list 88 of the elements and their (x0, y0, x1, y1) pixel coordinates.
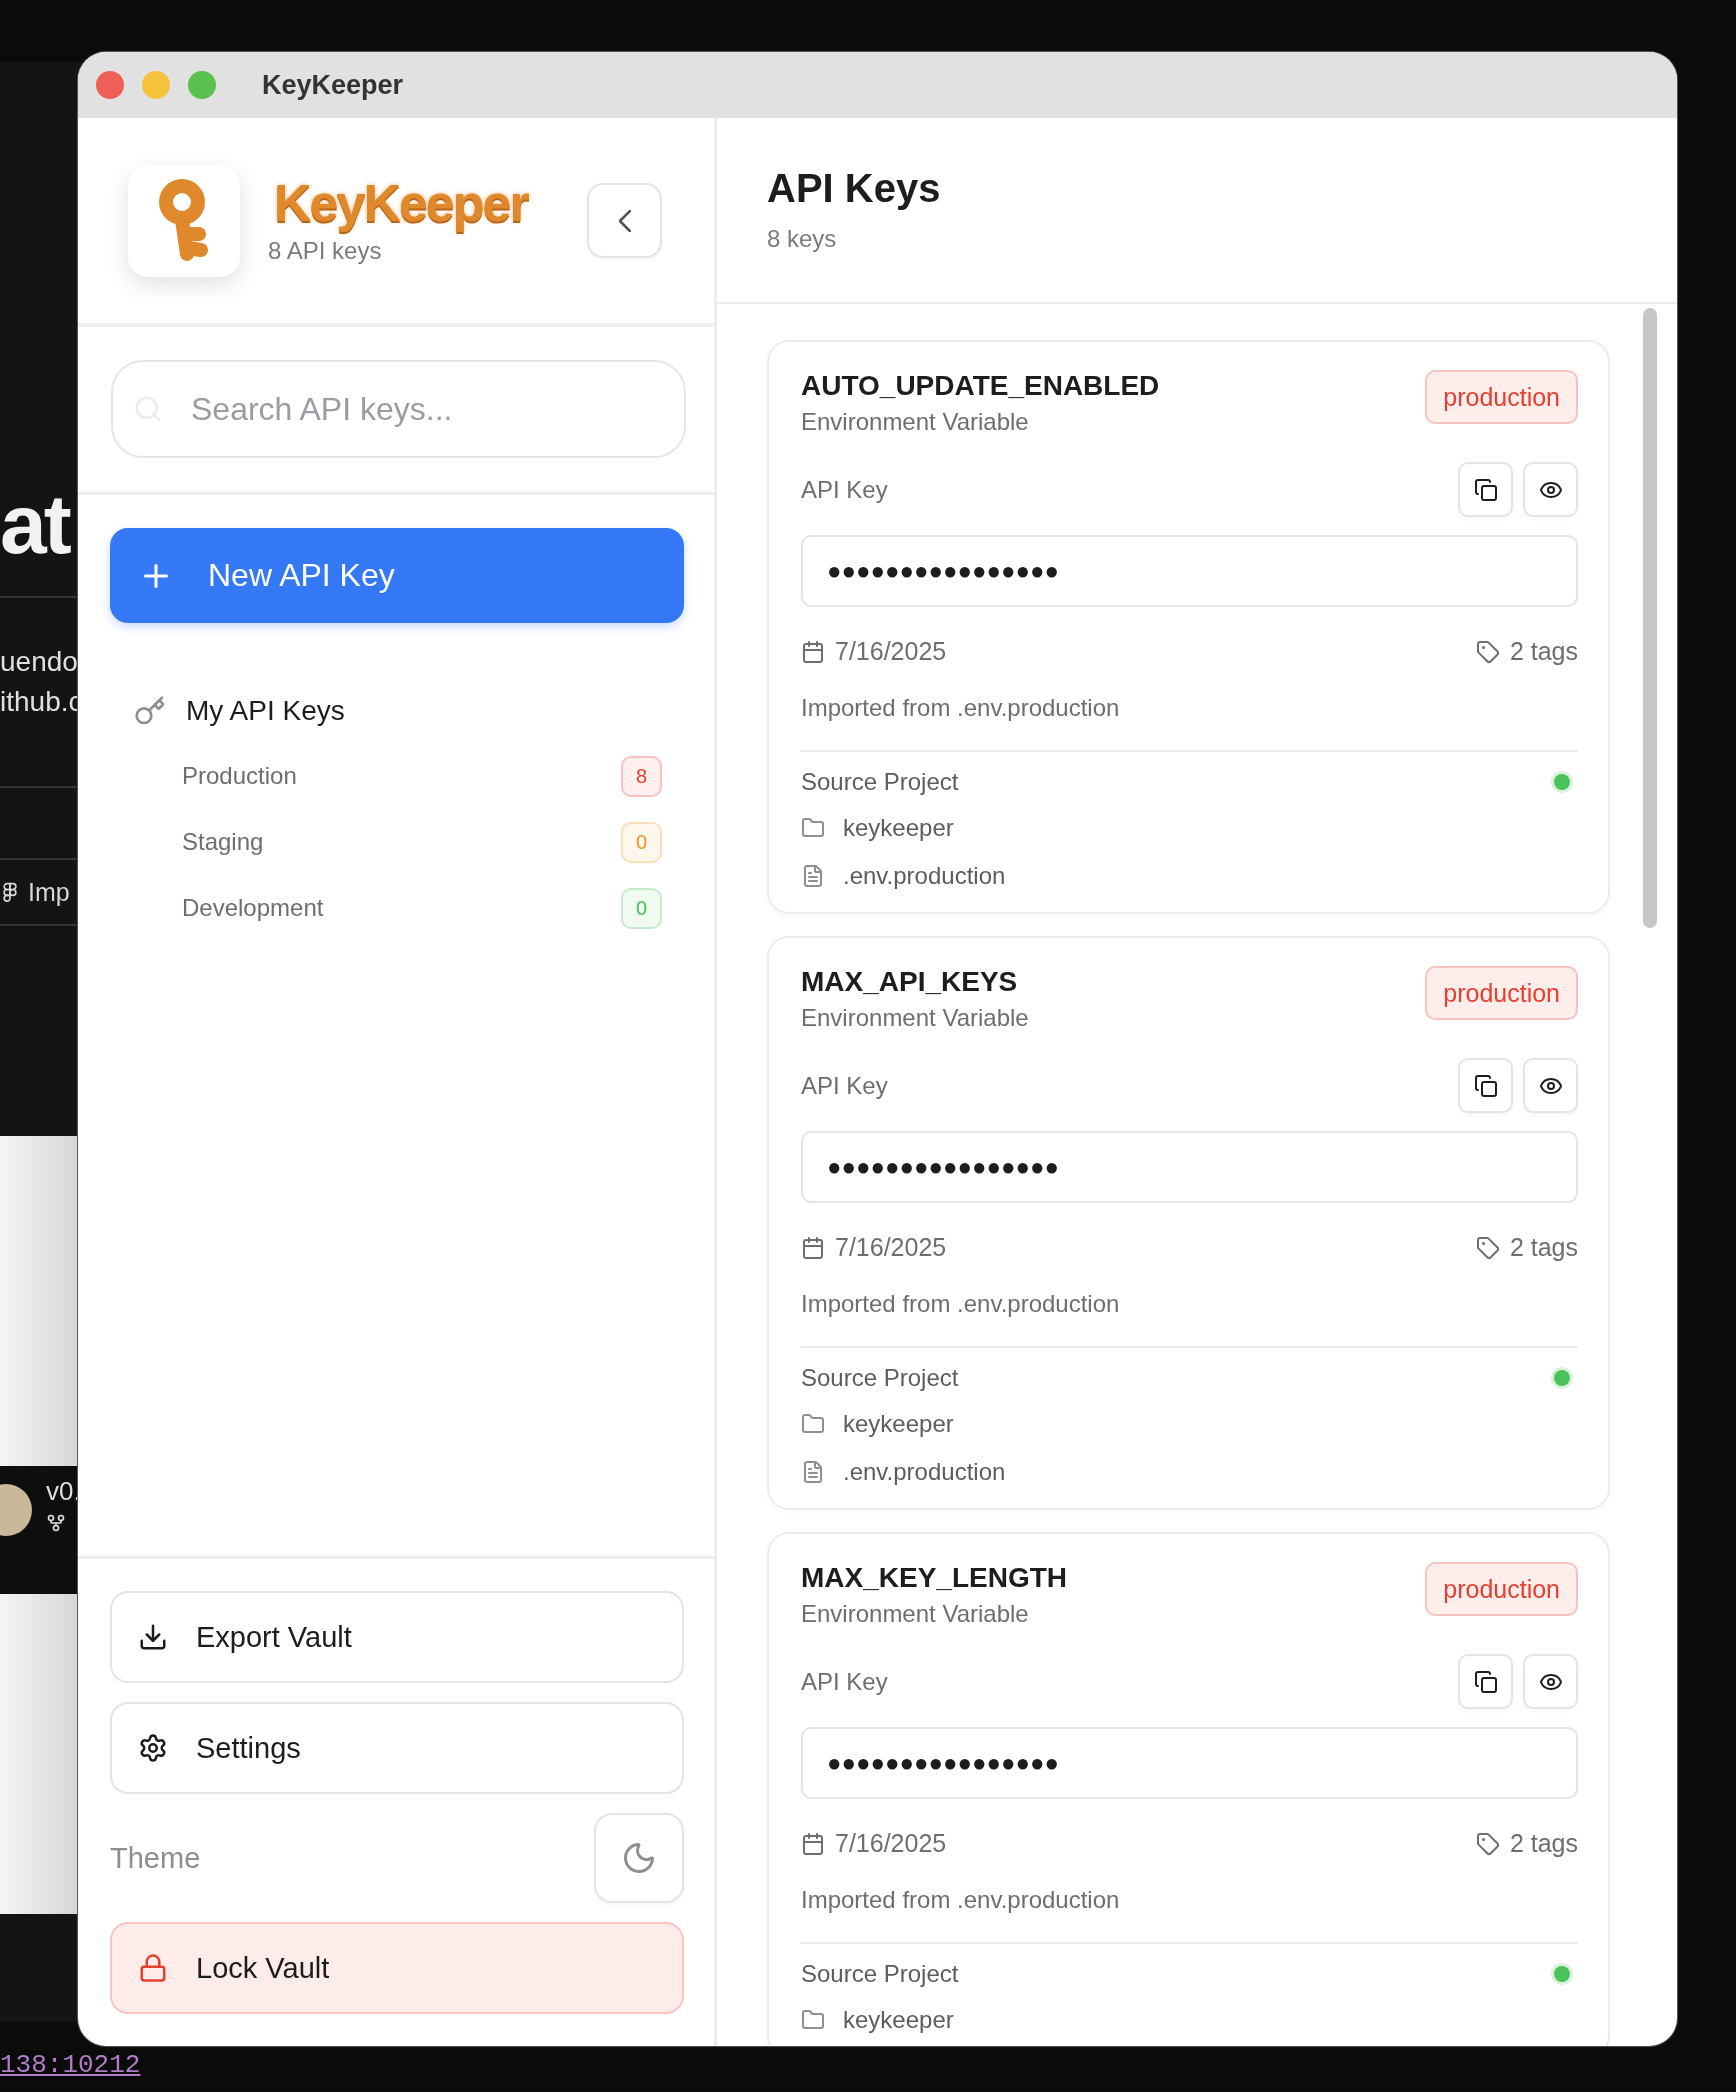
chevron-left-icon (618, 209, 631, 232)
key-value-field[interactable]: ●●●●●●●●●●●●●●●● (801, 1131, 1578, 1203)
page-title: API Keys (767, 166, 942, 211)
window-title: KeyKeeper (262, 69, 404, 101)
section-title: My API Keys (186, 695, 345, 727)
settings-icon (138, 1733, 168, 1763)
key-name: AUTO_UPDATE_ENABLED (801, 370, 1160, 402)
key-type: Environment Variable (801, 408, 1030, 436)
show-key-button[interactable] (1523, 1058, 1578, 1113)
source-label: Source Project (801, 1960, 959, 1988)
background-heading: at (0, 482, 71, 566)
branch-icon (46, 1513, 66, 1533)
version-text: v0. (46, 1476, 81, 1507)
file-icon (801, 864, 825, 888)
created-date: 7/16/2025 (835, 637, 947, 666)
field-label: API Key (801, 475, 888, 504)
theme-toggle-button[interactable] (594, 1813, 684, 1903)
key-icon (134, 695, 166, 727)
lock-vault-button[interactable]: Lock Vault (110, 1922, 684, 2014)
key-type: Environment Variable (801, 1004, 1029, 1032)
key-type: Environment Variable (801, 1600, 1030, 1628)
copy-icon (1473, 1669, 1498, 1694)
environment-badge: production (1425, 370, 1578, 424)
folder-icon (801, 2008, 825, 2032)
settings-button[interactable]: Settings (110, 1702, 684, 1794)
theme-label: Theme (110, 1841, 201, 1875)
sidebar-item-label: Production (182, 762, 297, 790)
scrollbar-thumb[interactable] (1643, 308, 1657, 928)
show-key-button[interactable] (1523, 1654, 1578, 1709)
background-text: uendo (0, 645, 79, 679)
close-button[interactable] (96, 71, 124, 99)
search-input[interactable]: Search API keys... (189, 389, 684, 429)
project-name: keykeeper (843, 814, 954, 842)
page-subtitle: 8 keys (767, 225, 838, 253)
copy-icon (1473, 1073, 1498, 1098)
key-value-field[interactable]: ●●●●●●●●●●●●●●●● (801, 535, 1578, 607)
copy-button[interactable] (1458, 1654, 1513, 1709)
file-icon (801, 1460, 825, 1484)
key-value-field[interactable]: ●●●●●●●●●●●●●●●● (801, 1727, 1578, 1799)
created-date: 7/16/2025 (835, 1233, 947, 1262)
code-text: 138:10212 (0, 2050, 141, 2080)
project-name: keykeeper (843, 1410, 954, 1438)
sidebar-item-label: Development (182, 894, 324, 922)
created-date: 7/16/2025 (835, 1829, 947, 1858)
source-label: Source Project (801, 1364, 959, 1392)
key-name: MAX_KEY_LENGTH (801, 1562, 1068, 1594)
file-name: .env.production (843, 1458, 1006, 1486)
tag-count: 2 tags (1509, 1829, 1578, 1858)
show-key-button[interactable] (1523, 462, 1578, 517)
key-name: MAX_API_KEYS (801, 966, 1019, 998)
tag-icon (1475, 1831, 1500, 1856)
field-label: API Key (801, 1667, 888, 1696)
copy-button[interactable] (1458, 462, 1513, 517)
environment-badge: production (1425, 1562, 1578, 1616)
count-badge: 0 (621, 821, 662, 863)
tag-icon (1475, 639, 1500, 664)
tag-count: 2 tags (1509, 1233, 1578, 1262)
calendar-icon (801, 1235, 825, 1260)
import-note: Imported from .env.production (801, 694, 1121, 722)
calendar-icon (801, 639, 825, 664)
folder-icon (801, 1412, 825, 1436)
environment-badge: production (1425, 966, 1578, 1020)
tag-icon (1475, 1235, 1500, 1260)
sidebar-item[interactable]: Production 8 (110, 743, 684, 809)
copy-button[interactable] (1458, 1058, 1513, 1113)
tag-count: 2 tags (1509, 637, 1578, 666)
calendar-icon (801, 1831, 825, 1856)
search-field[interactable]: Search API keys... (111, 360, 686, 458)
new-api-key-button[interactable]: New API Key (110, 528, 684, 623)
file-name: .env.production (843, 862, 1006, 890)
figma-icon (0, 882, 20, 902)
key-count: 8 API keys (268, 236, 383, 265)
import-note: Imported from .env.production (801, 1290, 1121, 1318)
source-label: Source Project (801, 768, 959, 796)
export-button[interactable]: Export Vault (110, 1591, 684, 1683)
copy-icon (1473, 477, 1498, 502)
sidebar-item[interactable]: Staging 0 (110, 809, 684, 875)
moon-icon (621, 1840, 657, 1876)
project-name: keykeeper (843, 2006, 954, 2034)
field-label: API Key (801, 1071, 888, 1100)
import-note: Imported from .env.production (801, 1886, 1121, 1914)
count-badge: 0 (621, 887, 662, 929)
sidebar-item[interactable]: Development 0 (110, 875, 684, 941)
download-icon (138, 1622, 168, 1652)
count-badge: 8 (621, 755, 662, 797)
folder-icon (801, 816, 825, 840)
sidebar-item-label: Staging (182, 828, 264, 856)
lock-icon (138, 1953, 168, 1983)
